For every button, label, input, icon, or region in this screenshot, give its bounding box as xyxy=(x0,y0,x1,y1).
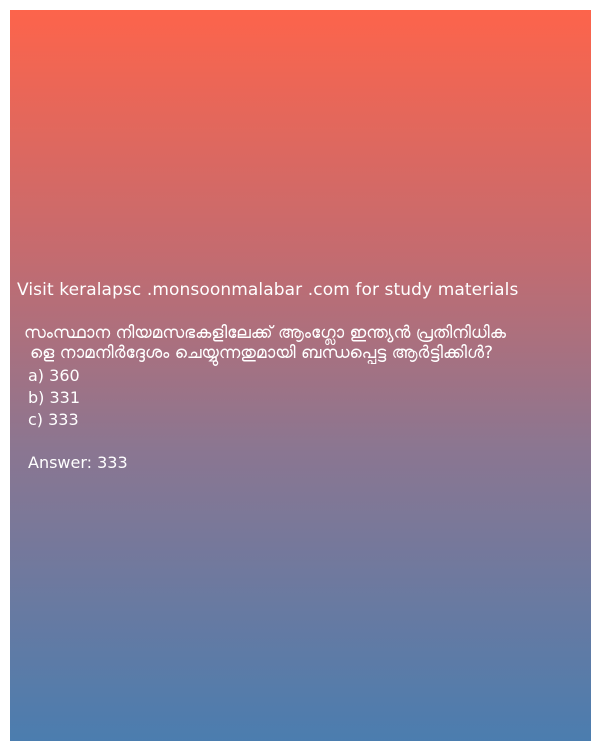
option-a: a) 360 xyxy=(28,366,80,385)
option-b: b) 331 xyxy=(28,388,81,407)
answer-text: Answer: 333 xyxy=(28,453,128,472)
question-line-2: ളെ നാമനിർദ്ദേശം ചെയ്യുന്നതുമായി ബന്ധപ്പെ… xyxy=(30,343,494,363)
question-card: Visit keralapsc .monsoonmalabar .com for… xyxy=(10,10,591,741)
visit-website-text: Visit keralapsc .monsoonmalabar .com for… xyxy=(17,280,519,300)
question-line-1: സംസ്ഥാന നിയമസഭകളിലേക്ക് ആംഗ്ലോ ഇന്ത്യൻ പ… xyxy=(24,323,506,343)
option-c: c) 333 xyxy=(28,410,79,429)
question-text: സംസ്ഥാന നിയമസഭകളിലേക്ക് ആംഗ്ലോ ഇന്ത്യൻ പ… xyxy=(24,323,589,363)
options-list: a) 360 b) 331 c) 333 xyxy=(28,365,80,431)
